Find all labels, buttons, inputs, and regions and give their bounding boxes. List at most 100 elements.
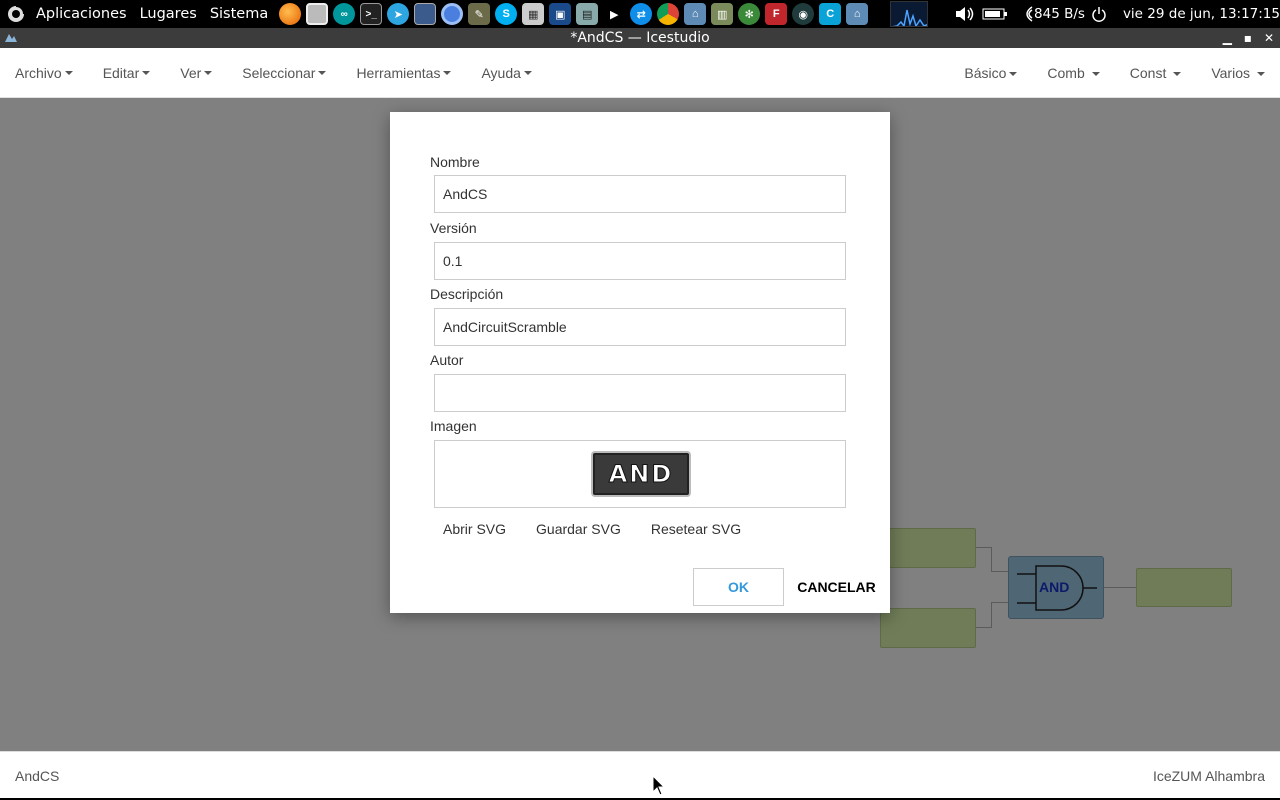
menu-ver-label: Ver xyxy=(180,64,202,81)
input-block-2[interactable] xyxy=(880,608,976,648)
ok-button[interactable]: OK xyxy=(693,568,784,606)
output-block[interactable] xyxy=(1136,568,1232,607)
menu-const[interactable]: Const xyxy=(1115,48,1197,98)
teamviewer-icon[interactable]: ⇄ xyxy=(630,3,653,25)
version-field[interactable] xyxy=(434,242,846,280)
menu-seleccionar-label: Seleccionar xyxy=(242,64,316,81)
wire xyxy=(991,547,992,572)
menu-basico[interactable]: Básico xyxy=(949,48,1032,98)
menu-lugares[interactable]: Lugares xyxy=(134,6,204,22)
menu-editar-label: Editar xyxy=(102,64,140,81)
mouse-pointer-icon xyxy=(652,775,666,796)
settings-icon[interactable]: ✻ xyxy=(738,3,761,25)
menu-varios[interactable]: Varios xyxy=(1196,48,1280,98)
image-preview[interactable]: AND xyxy=(434,440,846,508)
image-label: Imagen xyxy=(430,418,477,434)
menu-ayuda[interactable]: Ayuda xyxy=(466,48,546,98)
network-speed: 845 B/s xyxy=(1034,6,1085,22)
cancel-button[interactable]: CANCELAR xyxy=(790,568,883,606)
app-menubar: Archivo Editar Ver Seleccionar Herramien… xyxy=(0,48,1280,98)
project-info-dialog: Nombre Versión Descripción Autor Imagen … xyxy=(390,112,890,613)
menu-editar[interactable]: Editar xyxy=(88,48,166,98)
clock[interactable]: vie 29 de jun, 13:17:15 xyxy=(1123,6,1280,22)
description-label: Descripción xyxy=(430,286,504,302)
caret-down-icon xyxy=(443,71,452,75)
caret-down-icon xyxy=(1091,71,1100,76)
gate-label: AND xyxy=(1039,579,1070,595)
menu-comb[interactable]: Comb xyxy=(1032,48,1114,98)
chip-label: AND xyxy=(608,460,674,489)
menu-ayuda-label: Ayuda xyxy=(481,64,521,81)
input-block-1[interactable] xyxy=(880,528,976,568)
wire xyxy=(976,627,992,628)
menu-archivo[interactable]: Archivo xyxy=(0,48,88,98)
network-graph[interactable] xyxy=(890,1,929,27)
menu-herramientas[interactable]: Herramientas xyxy=(341,48,466,98)
gimp-icon[interactable]: ✎ xyxy=(468,3,491,25)
files-icon[interactable] xyxy=(306,3,329,25)
caret-down-icon xyxy=(64,71,73,75)
name-field[interactable] xyxy=(434,175,846,213)
telegram-icon[interactable]: ➤ xyxy=(387,3,410,25)
icestudio-alt-icon[interactable]: ⌂ xyxy=(846,3,869,25)
arduino-icon[interactable]: ∞ xyxy=(333,3,356,25)
distro-logo-icon[interactable] xyxy=(4,0,30,28)
caret-down-icon xyxy=(142,71,151,75)
chip-image: AND xyxy=(593,453,689,495)
inkscape-icon[interactable]: ◉ xyxy=(792,3,815,25)
icestudio-icon[interactable]: ⌂ xyxy=(684,3,707,25)
and-gate-block[interactable]: AND xyxy=(1008,556,1104,619)
window-titlebar[interactable]: *AndCS — Icestudio ▁ ▪ ✕ xyxy=(0,28,1280,48)
caret-down-icon xyxy=(1173,71,1182,76)
firefox-icon[interactable] xyxy=(279,3,302,25)
menu-ver[interactable]: Ver xyxy=(165,48,227,98)
media-play-icon[interactable]: ▶ xyxy=(603,3,626,25)
chromium-icon[interactable] xyxy=(441,3,464,25)
minimize-icon[interactable]: ▁ xyxy=(1223,31,1232,45)
author-field[interactable] xyxy=(434,374,846,412)
wire xyxy=(991,602,1009,603)
power-icon[interactable] xyxy=(1091,6,1107,22)
virtualbox-icon[interactable]: ▣ xyxy=(549,3,572,25)
board-selector[interactable]: IceZUM Alhambra xyxy=(1153,768,1265,784)
spreadsheet-icon[interactable]: ▤ xyxy=(576,3,599,25)
menu-aplicaciones[interactable]: Aplicaciones xyxy=(30,6,134,22)
name-label: Nombre xyxy=(430,154,480,170)
project-name: AndCS xyxy=(15,768,60,784)
launcher-bar: ∞ >_ ➤ ✎ S ▦ ▣ ▤ ▶ ⇄ ⌂ ▥ ✻ F ◉ C ⌂ xyxy=(279,3,869,25)
caret-down-icon xyxy=(1009,71,1018,76)
description-field[interactable] xyxy=(434,308,846,346)
maximize-icon[interactable]: ▪ xyxy=(1244,31,1252,45)
save-svg-button[interactable]: Guardar SVG xyxy=(527,521,630,537)
volume-icon[interactable] xyxy=(954,5,976,23)
version-label: Versión xyxy=(430,220,477,236)
status-bar: AndCS IceZUM Alhambra xyxy=(0,751,1280,798)
window-title: *AndCS — Icestudio xyxy=(570,30,710,46)
menu-seleccionar[interactable]: Seleccionar xyxy=(227,48,341,98)
monitor-icon[interactable] xyxy=(414,3,437,25)
wire xyxy=(991,571,1009,572)
freecad-icon[interactable]: F xyxy=(765,3,788,25)
reset-svg-button[interactable]: Resetear SVG xyxy=(642,521,750,537)
author-label: Autor xyxy=(430,352,464,368)
icestudio-app-icon xyxy=(5,34,17,42)
wifi-icon[interactable] xyxy=(1020,5,1034,23)
menu-archivo-label: Archivo xyxy=(15,64,62,81)
battery-icon[interactable] xyxy=(982,7,1008,21)
skype-icon[interactable]: S xyxy=(495,3,518,25)
terminal-icon[interactable]: >_ xyxy=(360,3,383,25)
open-svg-button[interactable]: Abrir SVG xyxy=(434,521,515,537)
caret-down-icon xyxy=(523,71,532,75)
caret-down-icon xyxy=(1257,71,1265,76)
calculator-icon[interactable]: ▦ xyxy=(522,3,545,25)
menu-sistema[interactable]: Sistema xyxy=(204,6,275,22)
menu-comb-label: Comb xyxy=(1047,65,1085,81)
wire xyxy=(976,547,992,548)
wire xyxy=(1104,587,1137,588)
kicad-icon[interactable]: ▥ xyxy=(711,3,734,25)
c-app-icon[interactable]: C xyxy=(819,3,842,25)
close-icon[interactable]: ✕ xyxy=(1264,31,1274,45)
caret-down-icon xyxy=(204,71,213,75)
chrome-icon[interactable] xyxy=(657,3,680,25)
caret-down-icon xyxy=(318,71,327,75)
